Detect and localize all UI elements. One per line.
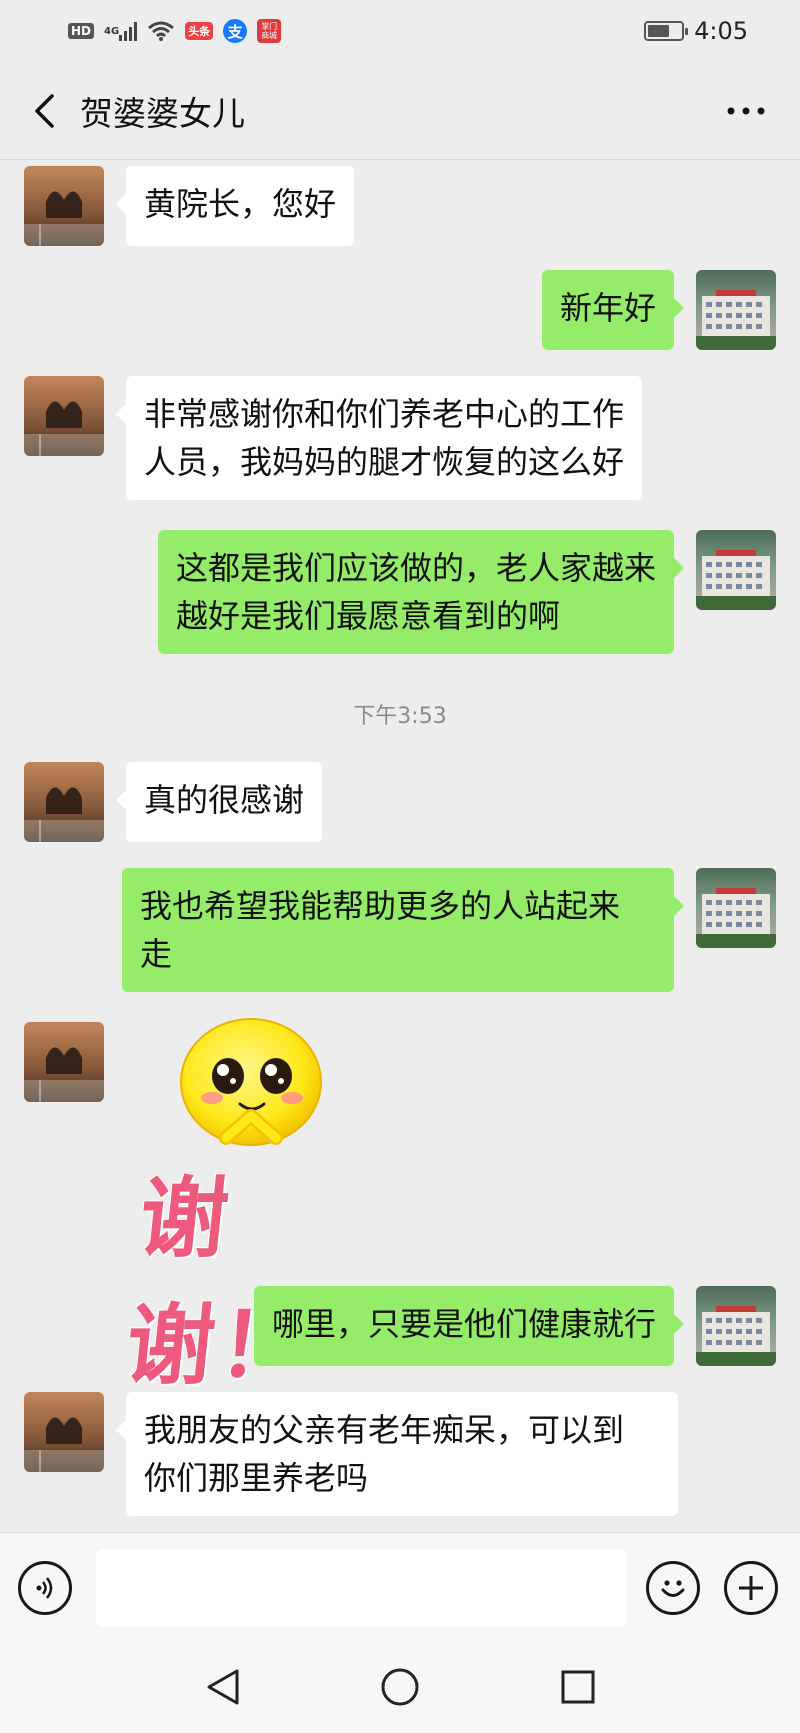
message-incoming: 真的很感谢	[24, 762, 323, 842]
system-nav-bar	[0, 1642, 800, 1733]
my-avatar[interactable]	[696, 868, 776, 948]
nav-home-icon	[381, 1668, 419, 1706]
message-bubble[interactable]: 黄院长，您好	[115, 166, 355, 246]
shop-app-icon: 掌门 商城	[257, 19, 282, 43]
message-incoming-sticker	[24, 1022, 104, 1102]
smiley-face-icon	[180, 1018, 322, 1146]
message-input[interactable]	[96, 1548, 626, 1627]
message-bubble[interactable]: 我朋友的父亲有老年痴呆，可以到 你们那里养老吗	[116, 1392, 678, 1516]
message-line: 我朋友的父亲有老年痴呆，可以到	[144, 1411, 625, 1449]
message-bubble[interactable]: 真的很感谢	[115, 762, 323, 842]
alipay-app-icon: 支	[223, 19, 248, 43]
nav-back-icon	[207, 1669, 239, 1705]
my-avatar[interactable]	[696, 270, 776, 350]
message-bubble[interactable]: 我也希望我能帮助更多的人站起来 走	[122, 868, 684, 992]
plus-button[interactable]	[724, 1560, 778, 1615]
voice-button[interactable]	[18, 1560, 72, 1615]
status-right: 4:05	[644, 17, 748, 45]
message-outgoing: 这都是我们应该做的，老人家越来 越好是我们最愿意看到的啊	[157, 530, 776, 654]
voice-icon	[36, 1576, 53, 1599]
nav-home-button[interactable]	[375, 1662, 425, 1712]
plus-icon	[739, 1575, 763, 1600]
message-outgoing: 哪里，只要是他们健康就行	[253, 1286, 776, 1366]
message-bubble[interactable]: 新年好	[541, 270, 685, 350]
contact-avatar[interactable]	[24, 762, 104, 842]
wifi-icon	[147, 20, 175, 42]
message-incoming: 黄院长，您好	[24, 166, 355, 246]
more-button[interactable]	[716, 81, 776, 141]
message-line: 非常感谢你和你们养老中心的工作	[144, 395, 625, 433]
contact-avatar[interactable]	[24, 1022, 104, 1102]
chevron-left-icon	[35, 93, 54, 128]
battery-level	[648, 25, 669, 37]
nav-back-button[interactable]	[198, 1662, 248, 1712]
signal-icon: 4G	[104, 21, 138, 41]
message-list[interactable]: 黄院长，您好 新年好 非常感谢你和你们养老中心的工作 人员，我妈妈的腿才恢复的这…	[0, 160, 800, 1532]
status-time: 4:05	[694, 17, 748, 45]
message-bubble[interactable]: 这都是我们应该做的，老人家越来 越好是我们最愿意看到的啊	[157, 530, 685, 654]
signal-bars	[119, 21, 138, 41]
contact-avatar[interactable]	[24, 1392, 104, 1472]
message-line: 你们那里养老吗	[144, 1459, 369, 1497]
network-type: 4G	[104, 25, 120, 37]
contact-avatar[interactable]	[24, 376, 104, 456]
message-outgoing: 我也希望我能帮助更多的人站起来 走	[122, 868, 776, 992]
message-outgoing: 新年好	[541, 270, 776, 350]
message-line: 人员，我妈妈的腿才恢复的这么好	[144, 443, 625, 481]
status-bar: HD 4G 头条 支 掌门 商城 4:05	[0, 0, 800, 62]
message-line: 走	[140, 935, 173, 973]
hd-badge: HD	[68, 23, 95, 39]
message-incoming: 非常感谢你和你们养老中心的工作 人员，我妈妈的腿才恢复的这么好	[24, 376, 643, 500]
message-line: 越好是我们最愿意看到的啊	[175, 597, 560, 635]
battery-icon	[644, 21, 689, 41]
message-timestamp: 下午3:53	[353, 704, 447, 729]
emoji-button[interactable]	[646, 1560, 700, 1615]
chat-title: 贺婆婆女儿	[80, 93, 245, 133]
my-avatar[interactable]	[696, 530, 776, 610]
message-bubble[interactable]: 哪里，只要是他们健康就行	[253, 1286, 685, 1366]
chat-header: 贺婆婆女儿	[0, 62, 800, 160]
nav-recents-icon	[561, 1670, 595, 1704]
message-line: 这都是我们应该做的，老人家越来	[175, 549, 656, 587]
input-bar	[0, 1532, 800, 1642]
message-bubble[interactable]: 非常感谢你和你们养老中心的工作 人员，我妈妈的腿才恢复的这么好	[115, 376, 643, 500]
nav-recents-button[interactable]	[553, 1662, 603, 1712]
my-avatar[interactable]	[696, 1286, 776, 1366]
message-incoming: 我朋友的父亲有老年痴呆，可以到 你们那里养老吗	[24, 1392, 678, 1516]
toutiao-app-icon: 头条	[185, 22, 214, 40]
message-line: 我也希望我能帮助更多的人站起来	[140, 887, 621, 925]
contact-avatar[interactable]	[24, 166, 104, 246]
status-icons: HD 4G 头条 支 掌门 商城	[68, 19, 282, 43]
smiley-thanks-sticker[interactable]: 谢谢！	[121, 1018, 388, 1397]
emoji-icon	[661, 1579, 685, 1597]
back-button[interactable]	[24, 81, 64, 141]
more-dots-icon	[727, 107, 765, 114]
